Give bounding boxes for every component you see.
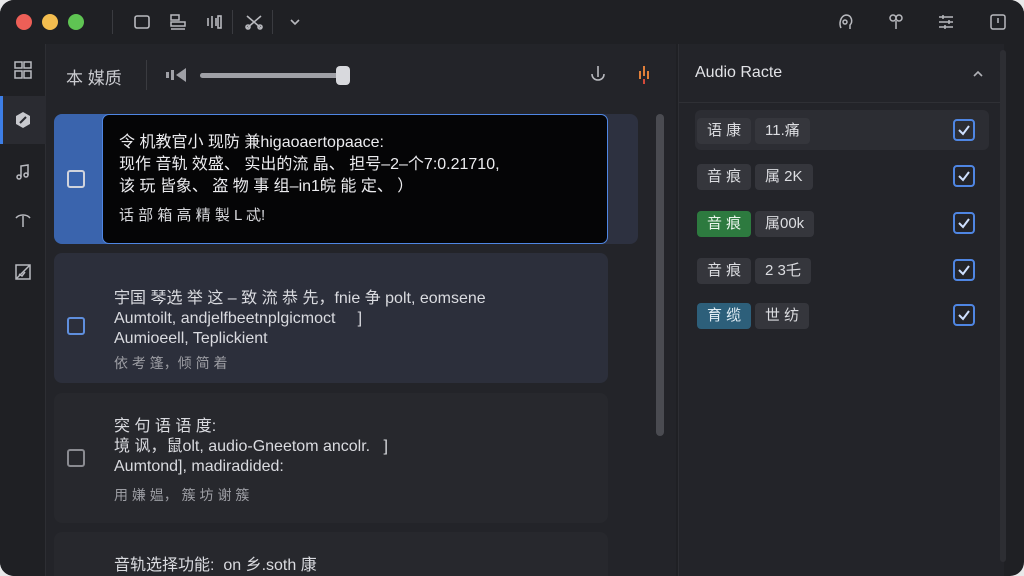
track-meta: 依 考 篷，倾 简 着 <box>114 355 228 371</box>
language-tag: 音 痕 <box>697 164 752 190</box>
chevron-down-icon[interactable] <box>283 10 307 34</box>
track-meta: 话 部 箱 高 精 製 L 忒! <box>119 207 266 224</box>
divider <box>112 10 113 34</box>
track-enabled-checkbox[interactable] <box>953 165 975 187</box>
volume-slider[interactable] <box>200 66 350 85</box>
audio-track-row[interactable]: 育 缆 世 纺 <box>695 295 989 335</box>
scissors-icon[interactable] <box>242 10 266 34</box>
volume-slider-fill <box>200 73 343 78</box>
audio-track-row[interactable]: 音 痕 属 2K <box>695 156 989 196</box>
scrollbar[interactable] <box>656 114 664 436</box>
microphone-icon[interactable] <box>586 63 610 87</box>
window-icon[interactable] <box>130 10 154 34</box>
export-icon[interactable] <box>986 10 1010 34</box>
divider <box>232 10 233 34</box>
minimize-window-button[interactable] <box>42 14 58 30</box>
title-bar <box>0 0 1024 44</box>
audio-track-row[interactable]: 音 痕 2 3乇 <box>695 250 989 290</box>
language-tag: 音 痕 <box>697 211 752 237</box>
scrollbar[interactable] <box>1000 50 1006 562</box>
track-description: 音轨选择功能: on 乡.soth 康 <box>114 557 317 574</box>
track-checkbox[interactable] <box>67 449 85 467</box>
track-enabled-checkbox[interactable] <box>953 304 975 326</box>
bitrate-tag: 属00k <box>755 211 815 237</box>
divider <box>146 60 147 90</box>
face-icon[interactable] <box>834 10 858 34</box>
track-checkbox[interactable] <box>67 317 85 335</box>
volume-slider-knob[interactable] <box>336 66 350 85</box>
sidebar <box>0 44 46 576</box>
stack-icon[interactable] <box>166 10 190 34</box>
bitrate-tag: 2 3乇 <box>755 258 811 284</box>
track-description: 宇国 琴选 举 这 – 致 流 恭 先，fnie 争 polt, eomsene… <box>114 290 486 347</box>
bars-icon[interactable] <box>202 10 226 34</box>
app-window: 本 媒质 令 机教官小 现防 兼higaoaertopaace: 现作 音轨 效… <box>0 0 1024 576</box>
track-list-panel: 本 媒质 令 机教官小 现防 兼higaoaertopaace: 现作 音轨 效… <box>46 44 676 576</box>
audio-track-row[interactable]: 语 康 11.痛 <box>695 110 989 150</box>
pen-icon[interactable] <box>0 96 46 144</box>
chevron-up-icon[interactable] <box>970 66 986 82</box>
antenna-icon[interactable] <box>0 196 46 244</box>
track-card[interactable]: 令 机教官小 现防 兼higaoaertopaace: 现作 音轨 效盛、 实出… <box>54 114 638 244</box>
close-window-button[interactable] <box>16 14 32 30</box>
divider <box>679 102 1005 103</box>
bitrate-tag: 属 2K <box>755 164 813 190</box>
panel-title: 本 媒质 <box>66 69 122 88</box>
grid-icon[interactable] <box>0 46 46 94</box>
track-card[interactable]: 宇国 琴选 举 这 – 致 流 恭 先，fnie 争 polt, eomsene… <box>54 253 608 383</box>
track-description: 突 句 语 语 度: 境 讽，鼠olt, audio-Gneetom ancol… <box>114 418 388 475</box>
track-card[interactable]: 音轨选择功能: on 乡.soth 康 <box>54 532 608 576</box>
track-editor[interactable]: 令 机教官小 现防 兼higaoaertopaace: 现作 音轨 效盛、 实出… <box>102 114 608 244</box>
panel-title: Audio Racte <box>695 64 783 81</box>
sliders-icon[interactable] <box>934 10 958 34</box>
track-enabled-checkbox[interactable] <box>953 119 975 141</box>
language-tag: 音 痕 <box>697 258 752 284</box>
language-tag: 育 缆 <box>697 303 752 329</box>
track-card[interactable]: 突 句 语 语 度: 境 讽，鼠olt, audio-Gneetom ancol… <box>54 393 608 523</box>
volume-icon <box>164 65 190 85</box>
track-enabled-checkbox[interactable] <box>953 212 975 234</box>
bitrate-tag: 世 纺 <box>755 303 810 329</box>
image-icon[interactable] <box>0 248 46 296</box>
music-icon[interactable] <box>0 148 46 196</box>
pin-icon[interactable] <box>884 10 908 34</box>
divider <box>272 10 273 34</box>
audio-track-row[interactable]: 音 痕 属00k <box>695 203 989 243</box>
track-description: 令 机教官小 现防 兼higaoaertopaace: 现作 音轨 效盛、 实出… <box>119 134 500 195</box>
track-checkbox[interactable] <box>67 170 85 188</box>
track-toolbar: 本 媒质 <box>46 44 676 106</box>
language-tag: 语 康 <box>697 118 752 144</box>
track-meta: 用 嫌 媪， 簇 坊 谢 簇 <box>114 487 250 503</box>
track-enabled-checkbox[interactable] <box>953 259 975 281</box>
waveform-icon[interactable] <box>632 63 656 87</box>
audio-panel: Audio Racte 语 康 11.痛 音 痕 属 2K 音 痕 属00k 音… <box>678 44 1006 576</box>
zoom-window-button[interactable] <box>68 14 84 30</box>
bitrate-tag: 11.痛 <box>755 118 810 144</box>
